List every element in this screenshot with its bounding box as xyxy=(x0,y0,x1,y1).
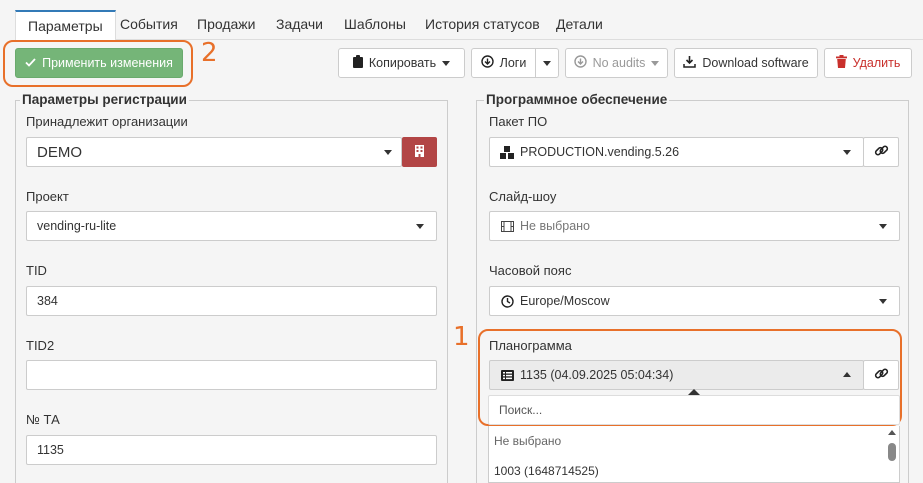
planogram-label: Планограмма xyxy=(489,338,572,353)
cubes-icon xyxy=(500,145,514,159)
tab-sales[interactable]: Продажи xyxy=(185,10,267,40)
annotation-number-2: 2 xyxy=(201,38,218,68)
chevron-down-icon xyxy=(442,60,451,66)
delete-label: Удалить xyxy=(852,56,901,70)
scroll-up-icon[interactable] xyxy=(888,430,896,435)
chevron-down-icon xyxy=(416,224,424,229)
download-software-button[interactable]: Download software xyxy=(674,48,818,78)
organization-building-button[interactable] xyxy=(402,137,437,167)
chevron-up-icon xyxy=(843,372,851,377)
download-software-label: Download software xyxy=(702,56,809,70)
tab-templates[interactable]: Шаблоны xyxy=(332,10,418,40)
clock-icon xyxy=(500,294,514,308)
package-link-button[interactable] xyxy=(863,137,899,167)
download-circle-icon xyxy=(480,55,494,71)
slideshow-select[interactable]: Не выбрано xyxy=(489,211,900,241)
fieldset-border-right xyxy=(908,100,909,483)
planogram-search-input[interactable]: Поиск... xyxy=(488,395,900,425)
planogram-search-placeholder: Поиск... xyxy=(499,403,543,417)
logs-label: Логи xyxy=(499,56,527,70)
annotation-number-1: 1 xyxy=(453,322,470,352)
download-icon xyxy=(683,55,697,71)
timezone-label: Часовой пояс xyxy=(489,263,572,278)
chevron-down-icon xyxy=(651,60,660,66)
link-icon xyxy=(874,366,889,384)
no-audits-label: No audits xyxy=(592,56,646,70)
ta-number-input[interactable]: 1135 xyxy=(26,435,437,465)
copy-label: Копировать xyxy=(368,56,437,70)
chevron-down-icon xyxy=(384,150,392,155)
logs-button[interactable]: Логи xyxy=(471,48,536,78)
check-icon xyxy=(25,56,36,70)
copy-button[interactable]: Копировать xyxy=(338,48,465,78)
organization-label: Принадлежит организации xyxy=(26,114,188,129)
chevron-down-icon xyxy=(879,224,887,229)
tid-label: TID xyxy=(26,263,47,278)
trash-icon xyxy=(835,55,847,71)
apply-changes-button[interactable]: Применить изменения xyxy=(15,48,183,78)
tab-tasks[interactable]: Задачи xyxy=(264,10,335,40)
project-select[interactable]: vending-ru-lite xyxy=(26,211,437,241)
tid-input[interactable]: 384 xyxy=(26,286,437,316)
no-audits-button[interactable]: No audits xyxy=(565,48,668,78)
tab-parameters[interactable]: Параметры xyxy=(15,10,116,41)
apply-changes-label: Применить изменения xyxy=(42,56,173,70)
scrollbar[interactable] xyxy=(888,430,896,483)
clipboard-icon xyxy=(352,55,363,71)
slideshow-label: Слайд-шоу xyxy=(489,189,557,204)
logs-dropdown-toggle[interactable] xyxy=(535,48,559,78)
project-value: vending-ru-lite xyxy=(37,219,117,233)
registration-legend: Параметры регистрации xyxy=(20,92,189,107)
slideshow-value: Не выбрано xyxy=(520,219,590,233)
planogram-value: 1135 (04.09.2025 05:04:34) xyxy=(520,368,674,382)
package-select[interactable]: PRODUCTION.vending.5.26 xyxy=(489,137,864,167)
scrollbar-thumb[interactable] xyxy=(888,443,896,461)
fieldset-border-right xyxy=(447,100,448,483)
link-icon xyxy=(874,143,889,161)
download-circle-icon xyxy=(573,55,587,71)
building-icon xyxy=(415,144,424,160)
timezone-select[interactable]: Europe/Moscow xyxy=(489,286,900,316)
ta-number-value: 1135 xyxy=(37,443,64,457)
planogram-select[interactable]: 1135 (04.09.2025 05:04:34) xyxy=(489,360,864,390)
fieldset-border-left xyxy=(15,100,16,483)
project-label: Проект xyxy=(26,189,69,204)
tab-details[interactable]: Детали xyxy=(544,10,615,40)
planogram-options-list: Не выбрано 1003 (1648714525) xyxy=(488,426,900,483)
tid-value: 384 xyxy=(37,294,58,308)
planogram-option[interactable]: 1003 (1648714525) xyxy=(494,464,599,478)
list-icon xyxy=(500,368,514,382)
package-value: PRODUCTION.vending.5.26 xyxy=(520,145,680,159)
tab-bar: Параметры События Продажи Задачи Шаблоны… xyxy=(15,10,923,41)
organization-select[interactable]: DEMO xyxy=(26,137,402,167)
tid2-label: TID2 xyxy=(26,338,55,353)
chevron-down-icon xyxy=(543,60,551,66)
film-icon xyxy=(500,219,514,233)
tab-events[interactable]: События xyxy=(108,10,190,40)
software-legend: Программное обеспечение xyxy=(484,92,670,107)
chevron-down-icon xyxy=(879,299,887,304)
ta-number-label: № ТА xyxy=(26,412,60,427)
fieldset-border-left xyxy=(476,100,477,483)
timezone-value: Europe/Moscow xyxy=(520,294,610,308)
planogram-link-button[interactable] xyxy=(863,360,899,390)
package-label: Пакет ПО xyxy=(489,114,548,129)
tid2-input[interactable] xyxy=(26,360,437,390)
tab-status-history[interactable]: История статусов xyxy=(413,10,552,40)
organization-value: DEMO xyxy=(37,143,82,161)
chevron-down-icon xyxy=(843,150,851,155)
delete-button[interactable]: Удалить xyxy=(824,48,912,78)
planogram-option[interactable]: Не выбрано xyxy=(494,434,561,448)
